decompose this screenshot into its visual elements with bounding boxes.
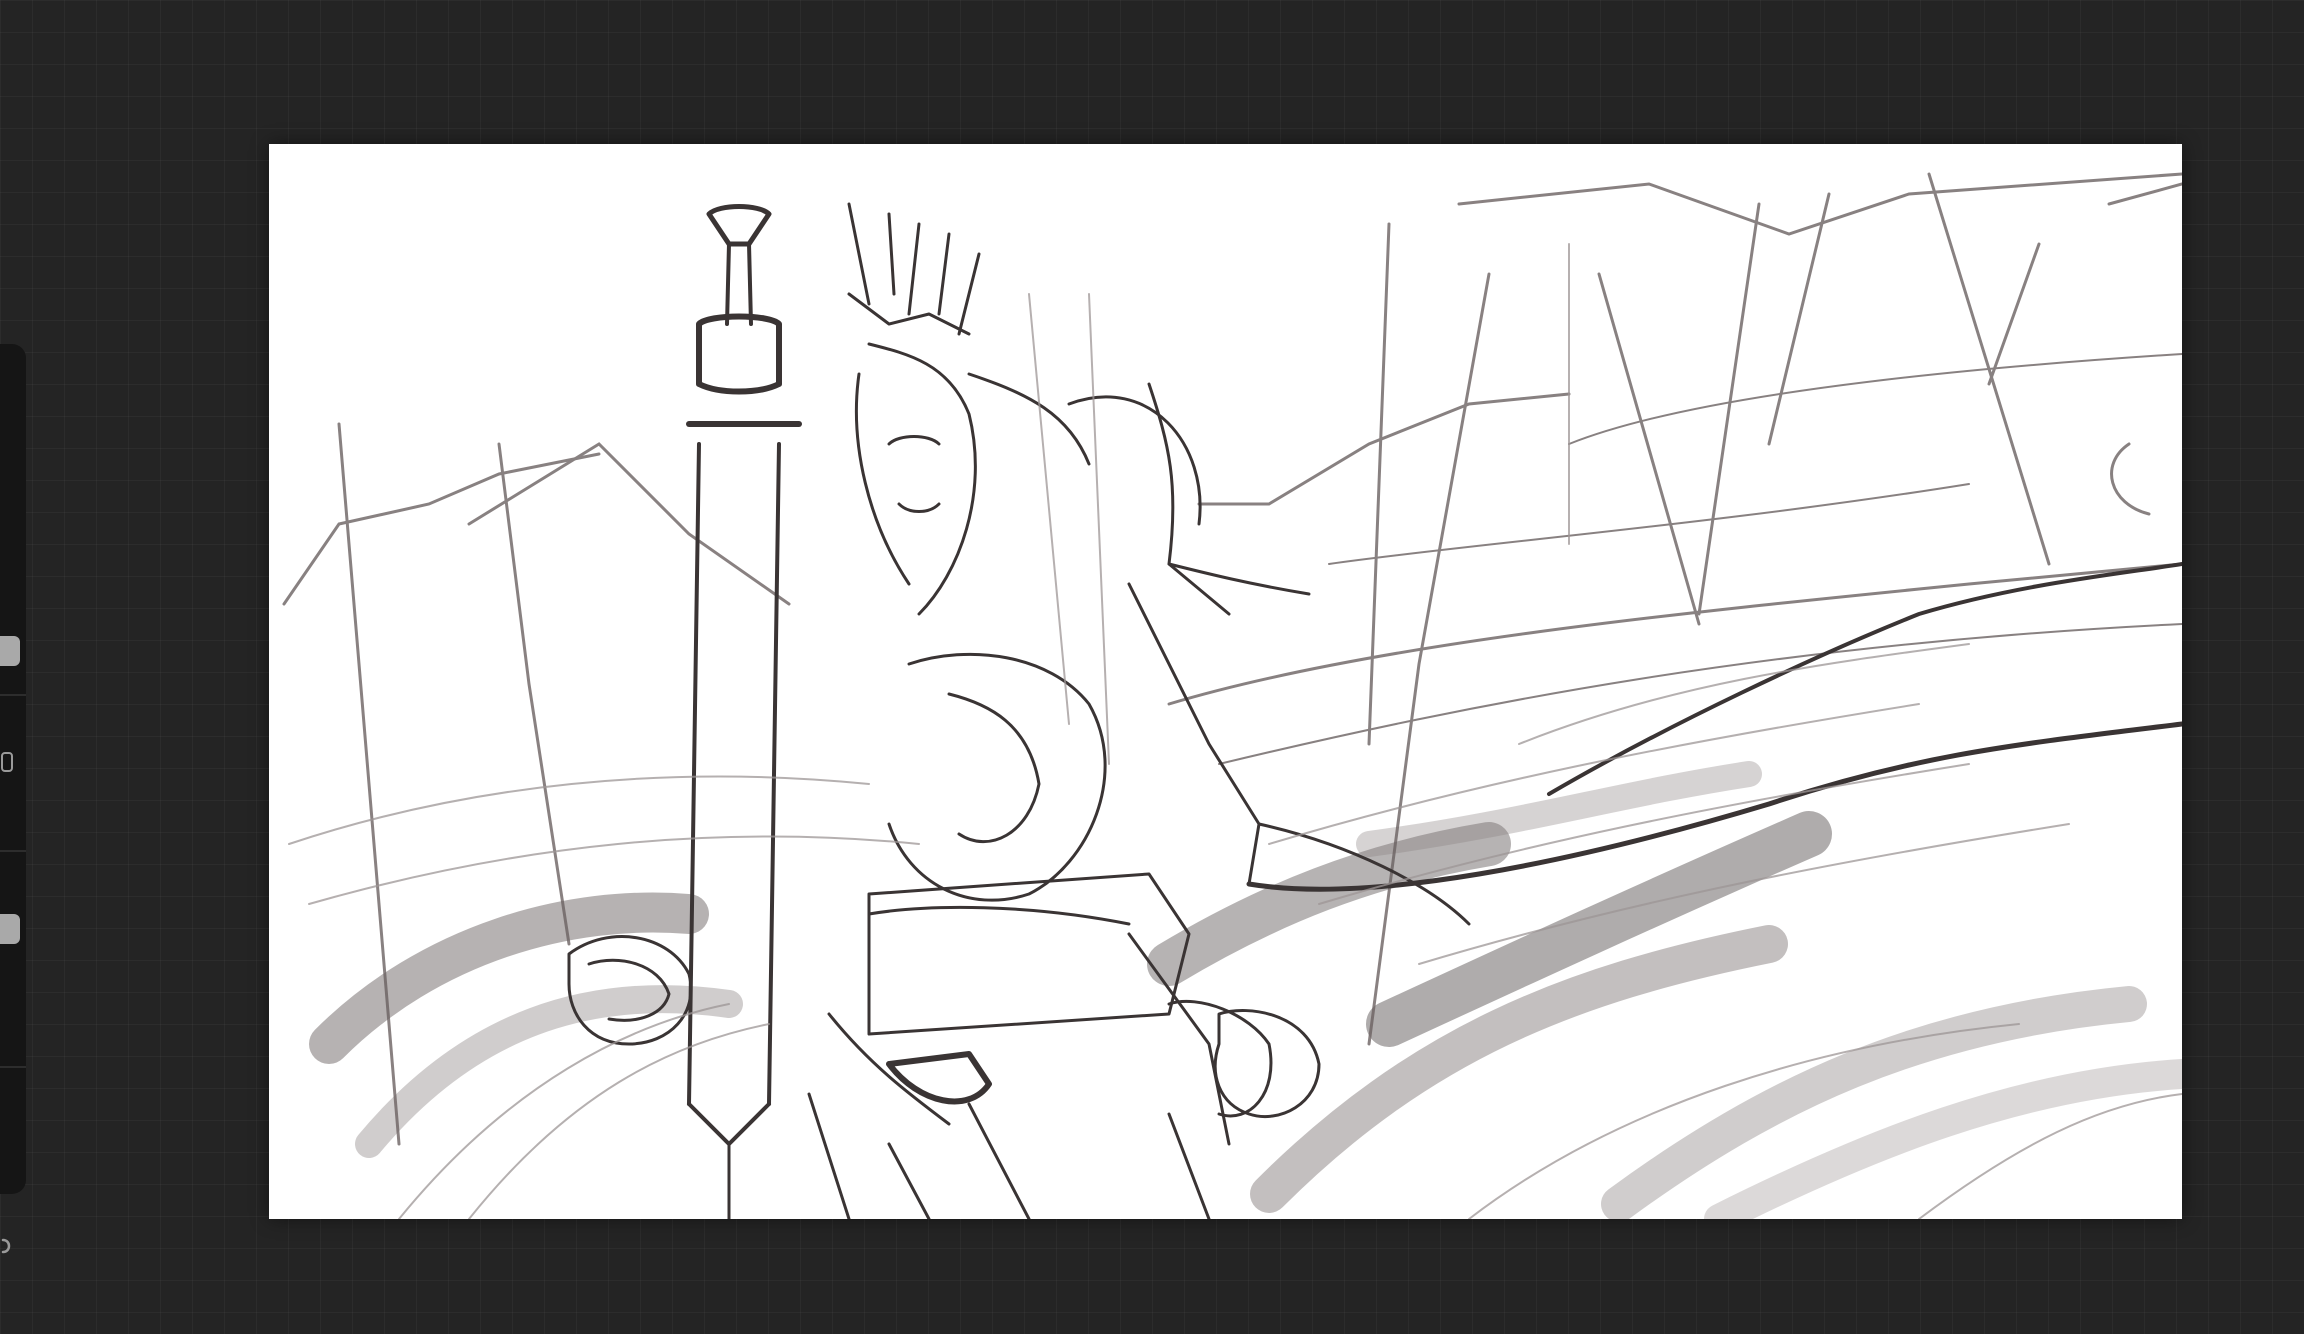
loose-lines	[288, 243, 2182, 1219]
workspace	[0, 0, 2304, 1334]
modify-button[interactable]	[0, 748, 18, 776]
drawing-canvas[interactable]	[269, 144, 2182, 1219]
undo-icon	[1, 1238, 11, 1254]
brush-opacity-slider-handle[interactable]	[0, 914, 20, 944]
undo-button[interactable]	[0, 1232, 18, 1260]
brush-size-slider-handle[interactable]	[0, 636, 20, 666]
sidebar-divider	[0, 850, 26, 852]
sketch-artwork	[282, 172, 2182, 1219]
figure-sketch	[567, 202, 2182, 1219]
left-sidebar	[0, 344, 26, 1254]
sidebar-divider	[0, 694, 26, 696]
square-outline-icon	[1, 752, 13, 772]
sidebar-divider	[0, 1066, 26, 1068]
